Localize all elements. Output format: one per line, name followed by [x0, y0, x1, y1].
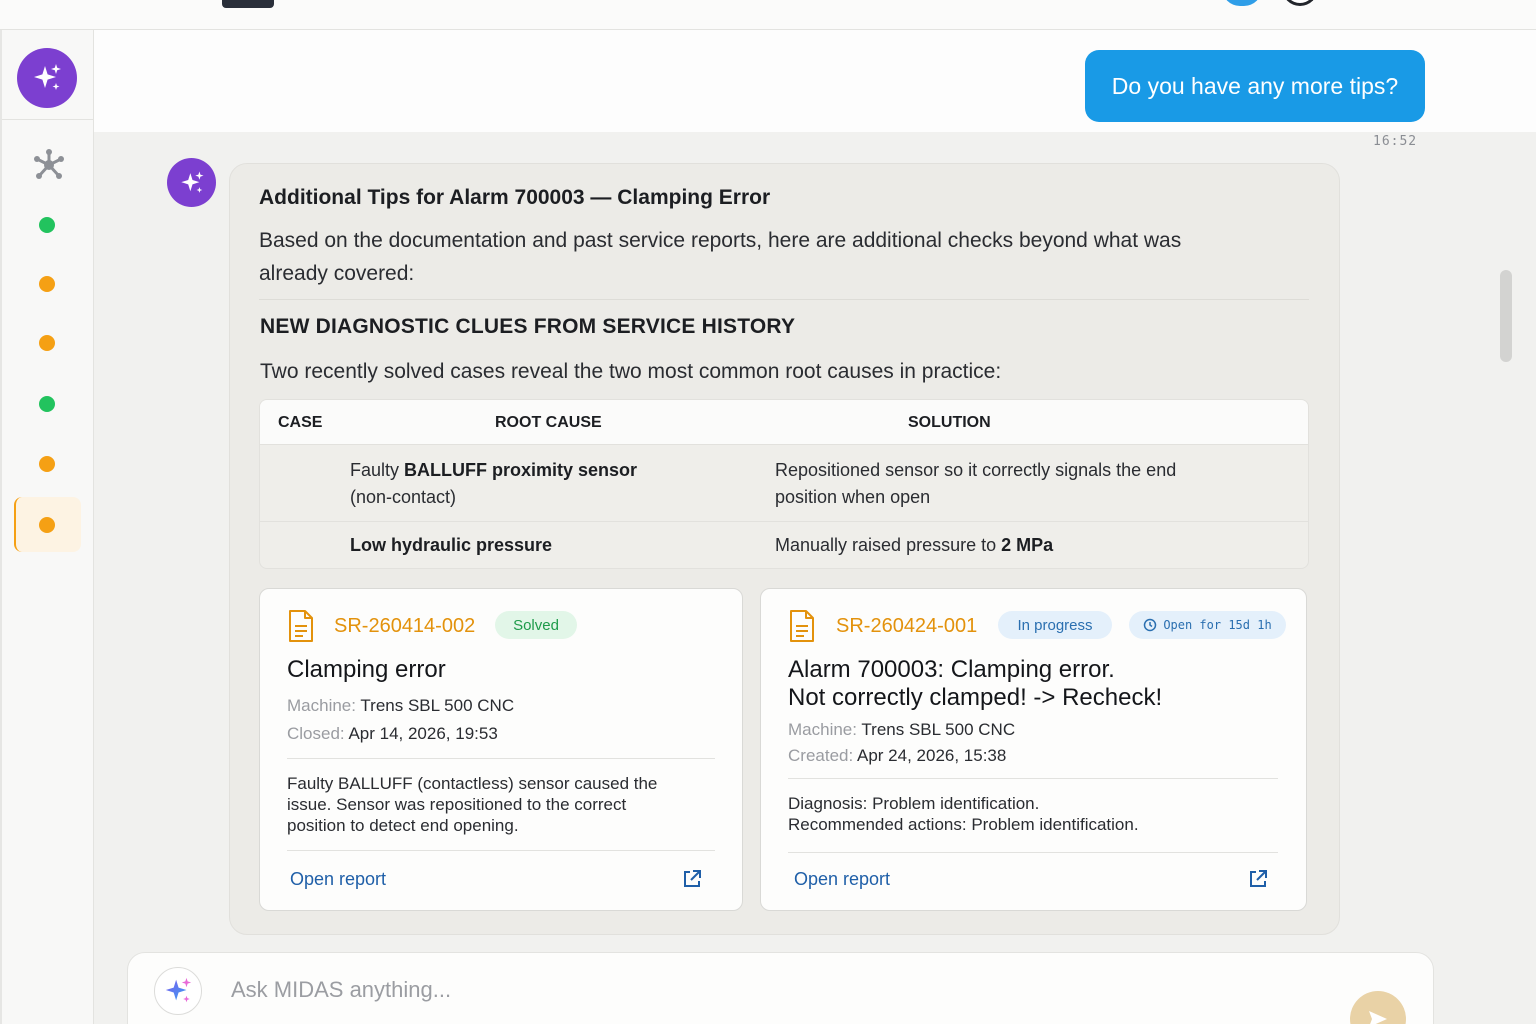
clock-icon	[1144, 618, 1157, 632]
user-message-bubble: Do you have any more tips?	[1085, 50, 1425, 122]
chat-input[interactable]	[231, 973, 1231, 1007]
sidebar-divider	[2, 119, 94, 120]
date-value: Apr 24, 2026, 15:38	[857, 746, 1007, 765]
sidebar-session-status-1[interactable]	[39, 217, 55, 233]
report-title-line-2: Not correctly clamped! -> Recheck!	[788, 684, 1163, 711]
report-divider	[287, 850, 715, 851]
top-bar-thumbnail[interactable]	[222, 0, 274, 8]
description-line-1: Diagnosis: Problem identification.	[788, 794, 1040, 813]
date-label: Created:	[788, 746, 854, 765]
date-value: Apr 14, 2026, 19:53	[348, 724, 498, 743]
machine-label: Machine:	[788, 720, 857, 739]
sidebar-session-status-6[interactable]	[39, 517, 55, 533]
answer-divider	[259, 299, 1309, 300]
service-report-card: SR-260424-001 In progress Open for 15d 1…	[760, 588, 1307, 911]
report-date: Closed: Apr 14, 2026, 19:53	[287, 724, 498, 744]
midas-logo[interactable]	[17, 48, 77, 108]
assistant-avatar	[167, 158, 216, 207]
send-icon	[1369, 1011, 1387, 1024]
external-link-icon[interactable]	[1248, 869, 1268, 889]
service-report-card: SR-260414-002 Solved Clamping error Mach…	[259, 588, 743, 911]
external-link-icon[interactable]	[682, 869, 702, 889]
root-cause-table: CASE ROOT CAUSE SOLUTION Faulty BALLUFF …	[259, 399, 1309, 569]
status-badge: Solved	[495, 611, 577, 639]
solution-line-2: position when open	[775, 487, 931, 507]
sidebar	[0, 30, 94, 1024]
sidebar-session-status-2[interactable]	[39, 276, 55, 292]
report-date: Created: Apr 24, 2026, 15:38	[788, 746, 1006, 766]
report-description: Faulty BALLUFF (contactless) sensor caus…	[287, 774, 658, 835]
answer-title: Additional Tips for Alarm 700003 — Clamp…	[259, 186, 771, 209]
root-cause-bold: BALLUFF proximity sensor	[404, 460, 638, 480]
sparkle-icon	[180, 170, 204, 193]
table-row-separator	[260, 521, 1308, 522]
message-timestamp: 16:52	[1373, 134, 1418, 149]
hub-icon[interactable]	[32, 148, 66, 182]
table-header: CASE ROOT CAUSE SOLUTION	[260, 400, 1308, 445]
table-cell-solution: Repositioned sensor so it correctly sign…	[775, 457, 1176, 511]
report-id[interactable]: SR-260414-002	[334, 615, 475, 638]
machine-value: Trens SBL 500 CNC	[360, 696, 515, 715]
report-divider	[287, 758, 715, 759]
root-cause-bold: Low hydraulic pressure	[350, 535, 553, 555]
report-machine: Machine: Trens SBL 500 CNC	[788, 720, 1015, 740]
top-bar-user-avatar[interactable]	[1282, 0, 1318, 6]
report-machine: Machine: Trens SBL 500 CNC	[287, 696, 514, 716]
open-report-link[interactable]: Open report	[794, 869, 890, 890]
solution-line-1: Repositioned sensor so it correctly sign…	[775, 460, 1177, 480]
table-cell-root-cause: Faulty BALLUFF proximity sensor (non-con…	[350, 457, 637, 511]
status-badge: In progress	[998, 611, 1112, 639]
section-heading: NEW DIAGNOSTIC CLUES FROM SERVICE HISTOR…	[260, 315, 796, 338]
report-description: Diagnosis: Problem identification. Recom…	[788, 793, 1268, 835]
column-header-solution: SOLUTION	[908, 414, 991, 431]
column-header-case: CASE	[278, 414, 323, 431]
open-report-link[interactable]: Open report	[290, 869, 386, 890]
report-title-line-1: Alarm 700003: Clamping error.	[788, 656, 1115, 683]
top-bar	[0, 0, 1536, 30]
report-title: Alarm 700003: Clamping error. Not correc…	[788, 656, 1162, 712]
send-button[interactable]	[1350, 991, 1406, 1024]
chat-composer	[127, 952, 1434, 1024]
sparkle-icon	[34, 64, 61, 90]
machine-label: Machine:	[287, 696, 356, 715]
sidebar-session-status-4[interactable]	[39, 396, 55, 412]
report-divider	[788, 778, 1278, 779]
report-title: Clamping error	[287, 656, 446, 683]
description-line-2: Recommended actions: Problem identificat…	[788, 815, 1139, 834]
open-duration-badge: Open for 15d 1h	[1129, 611, 1286, 639]
document-icon	[790, 610, 814, 642]
table-cell-solution: Manually raised pressure to 2 MPa	[775, 532, 1053, 559]
date-label: Closed:	[287, 724, 345, 743]
section-subtitle: Two recently solved cases reveal the two…	[260, 360, 1002, 383]
sidebar-session-status-3[interactable]	[39, 335, 55, 351]
solution-prefix: Manually raised pressure to	[775, 535, 1002, 555]
assistant-sparkle-button[interactable]	[154, 967, 202, 1015]
table-cell-root-cause: Low hydraulic pressure	[350, 532, 552, 559]
root-cause-prefix: Faulty	[350, 460, 405, 480]
scrollbar-thumb[interactable]	[1500, 270, 1512, 362]
report-id[interactable]: SR-260424-001	[836, 615, 977, 638]
answer-intro: Based on the documentation and past serv…	[259, 229, 1182, 285]
sidebar-session-status-5[interactable]	[39, 456, 55, 472]
root-cause-suffix: (non-contact)	[350, 487, 457, 507]
report-divider	[788, 852, 1278, 853]
top-bar-blue-avatar[interactable]	[1222, 0, 1262, 6]
document-icon	[289, 610, 313, 642]
sparkle-icon	[165, 977, 192, 1003]
open-duration-text: Open for 15d 1h	[1163, 618, 1272, 632]
machine-value: Trens SBL 500 CNC	[861, 720, 1016, 739]
column-header-root-cause: ROOT CAUSE	[495, 414, 602, 431]
solution-bold: 2 MPa	[1001, 535, 1054, 555]
